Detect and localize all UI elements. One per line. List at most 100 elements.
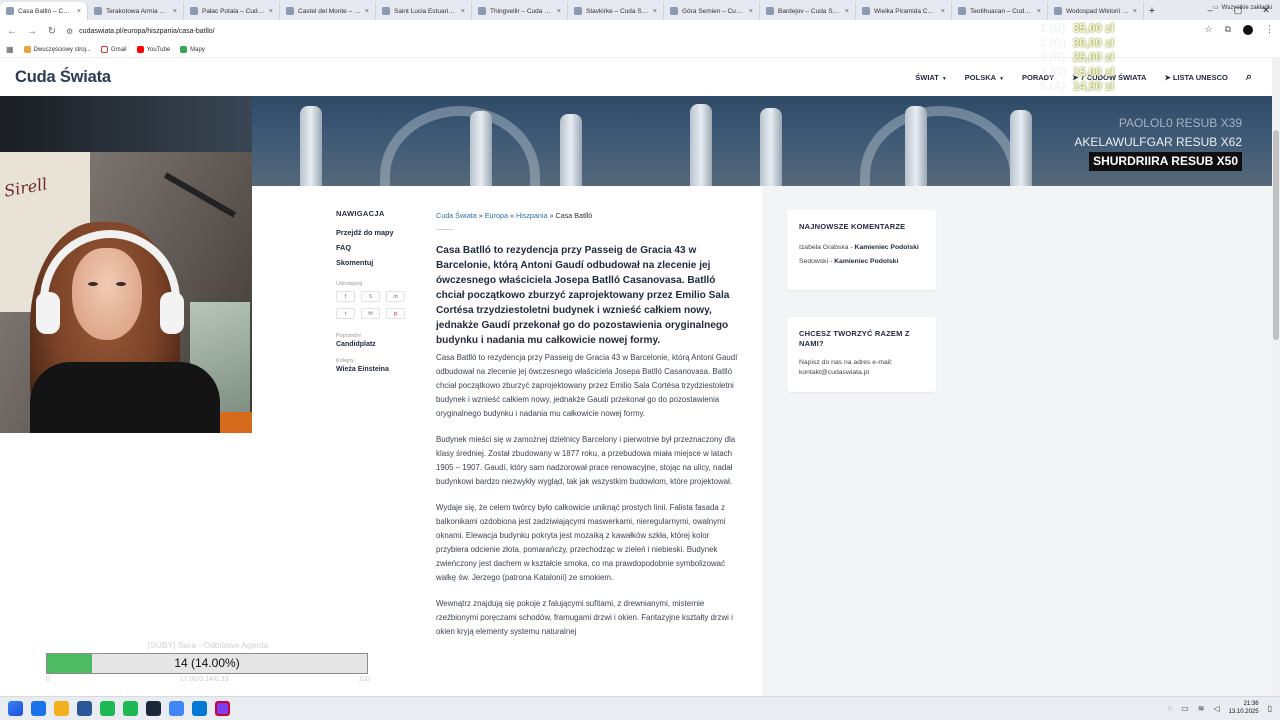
nav-item[interactable]: ➤ LISTA UNESCO [1164, 73, 1227, 82]
tab-label: Saint Lucia Estuarium [394, 7, 457, 15]
search-icon[interactable]: ⌕ [1246, 71, 1252, 84]
bookmark-star-icon[interactable]: ☆ [1204, 24, 1212, 35]
browser-tab[interactable]: Teotihuacan – Cuda Ś × [952, 2, 1048, 20]
map-link[interactable]: Przejdź do mapy [336, 228, 426, 237]
browser-menu-icon[interactable]: ⋮ [1265, 24, 1274, 35]
tab-close-icon[interactable]: × [941, 8, 945, 15]
prev-link[interactable]: Candidplatz [336, 341, 426, 348]
bookmark-item[interactable]: Mapy [180, 46, 205, 53]
donation-amount: 25,00 zł [1073, 52, 1114, 65]
back-icon[interactable]: ← [6, 26, 18, 37]
volume-icon[interactable]: ◁ [1213, 704, 1219, 713]
browser-tab[interactable]: Wodospad Wiktorii – C × [1048, 2, 1144, 20]
tab-favicon-icon [94, 7, 102, 15]
donation-row: 2.(O) 30,00 zł [1040, 37, 1114, 52]
browser-tab[interactable]: Saint Lucia Estuarium × [376, 2, 472, 20]
bookmark-label: Mapy [190, 46, 205, 53]
tab-close-icon[interactable]: × [653, 8, 657, 15]
page-scrollbar[interactable] [1272, 58, 1280, 696]
nav-item[interactable]: ŚWIAT ▼ [915, 73, 947, 82]
webcam-overlay: Sirell [0, 152, 252, 433]
tab-close-icon[interactable]: × [173, 8, 177, 15]
scrollbar-thumb[interactable] [1273, 130, 1279, 340]
tab-close-icon[interactable]: × [749, 8, 753, 15]
reload-icon[interactable]: ↻ [46, 26, 58, 37]
nav-item[interactable]: POLSKA ▼ [965, 73, 1004, 82]
taskbar-app-icon[interactable] [123, 701, 138, 716]
tab-close-icon[interactable]: × [845, 8, 849, 15]
bookmark-item[interactable]: Gmail [100, 46, 127, 53]
taskbar-app-icon[interactable] [146, 701, 161, 716]
tab-close-icon[interactable]: × [1037, 8, 1041, 15]
start-menu-icon[interactable] [8, 701, 23, 716]
facebook-share-icon[interactable]: f [336, 291, 355, 302]
goal-meta: 17.00/0.14/0.33 [179, 676, 229, 683]
browser-tab[interactable]: Stavkirke – Cuda Świat × [568, 2, 664, 20]
forward-icon[interactable]: → [26, 26, 38, 37]
breadcrumb-link[interactable]: Europa [485, 211, 508, 220]
site-info-icon[interactable]: ⚙ [66, 27, 73, 36]
browser-tab[interactable]: Wielka Piramida Cheo × [856, 2, 952, 20]
faq-link[interactable]: FAQ [336, 243, 426, 252]
apps-grid-icon[interactable]: ▦ [6, 45, 14, 54]
tab-close-icon[interactable]: × [1133, 8, 1137, 15]
x-share-icon[interactable]: 𝕏 [361, 291, 380, 302]
taskbar-app-icon[interactable] [100, 701, 115, 716]
linkedin-share-icon[interactable]: in [386, 291, 405, 302]
breadcrumb-current: Casa Batlló [555, 211, 593, 220]
browser-tab[interactable]: Bardejov – Cuda Świat × [760, 2, 856, 20]
comment-post-link[interactable]: Kamieniec Podolski [855, 244, 919, 251]
taskbar-app-icon[interactable] [77, 701, 92, 716]
tab-close-icon[interactable]: × [269, 8, 273, 15]
bookmark-item[interactable]: YouTube [136, 46, 170, 53]
taskbar-app-icon[interactable] [31, 701, 46, 716]
tab-favicon-icon [1054, 7, 1062, 15]
browser-tab[interactable]: Thingvellir – Cuda Świa × [472, 2, 568, 20]
profile-avatar[interactable] [1243, 24, 1253, 35]
prev-label: Poprzedni [336, 333, 361, 339]
notification-icon[interactable]: ▯ [1268, 704, 1272, 713]
donation-amount: 14,50 zł [1073, 81, 1114, 94]
breadcrumb-link[interactable]: Hiszpania [516, 211, 548, 220]
bookmark-icon [180, 46, 188, 53]
battery-icon[interactable]: ▭ [1181, 704, 1189, 713]
network-icon[interactable]: ◌ [1167, 704, 1172, 713]
donation-amount: 35,00 zł [1073, 23, 1114, 35]
article-lead: Casa Batlló to rezydencja przy Passeig d… [436, 245, 730, 346]
breadcrumb-link[interactable]: Cuda Świata [436, 211, 477, 220]
reddit-share-icon[interactable]: r [336, 308, 355, 319]
tab-close-icon[interactable]: × [557, 8, 561, 15]
browser-tab[interactable]: Castel del Monte – Cu × [280, 2, 376, 20]
email-share-icon[interactable]: ✉ [361, 308, 380, 319]
pinterest-share-icon[interactable]: p [386, 308, 405, 319]
site-logo[interactable]: Cuda Świata [15, 68, 111, 87]
comment-link[interactable]: Skomentuj [336, 258, 426, 267]
tab-close-icon[interactable]: × [77, 8, 81, 15]
next-link[interactable]: Wieża Einsteina [336, 366, 426, 373]
browser-tab[interactable]: Pałac Potala – Cuda Ś × [184, 2, 280, 20]
taskbar-app-icon[interactable] [192, 701, 207, 716]
navigation-heading: NAWIGACJA [336, 209, 385, 218]
clock[interactable]: 21:36 13.10.2025 [1229, 700, 1259, 716]
url-field[interactable]: ⚙ cudaswiata.pl/europa/hiszpania/casa-ba… [66, 27, 215, 36]
browser-tab[interactable]: Terakotowa Armia – Cuda × [88, 2, 184, 20]
bookmark-item[interactable]: Dwuczęściowy stroj... [23, 46, 91, 53]
extensions-icon[interactable]: ⧉ [1225, 24, 1231, 35]
taskbar-app-icon[interactable] [169, 701, 184, 716]
all-bookmarks[interactable]: ▭ Wszystkie zakładki [1213, 4, 1272, 12]
donation-rank: 3.(R) [1040, 52, 1066, 65]
bookmark-icon [23, 46, 31, 53]
tab-close-icon[interactable]: × [461, 8, 465, 15]
bookmark-icon [100, 46, 108, 53]
next-label: Kolejny [336, 358, 355, 364]
tab-close-icon[interactable]: × [365, 8, 369, 15]
new-tab-icon[interactable]: + [1144, 2, 1160, 20]
taskbar-app-icon[interactable] [215, 701, 230, 716]
taskbar-app-icon[interactable] [54, 701, 69, 716]
browser-tab[interactable]: Góra Semien – Cuda Ś × [664, 2, 760, 20]
browser-tab[interactable]: Casa Batlló – Cuda Świata × [0, 2, 88, 20]
wifi-icon[interactable]: ≋ [1198, 704, 1205, 713]
comment-post-link[interactable]: Kamieniec Podolski [834, 258, 898, 265]
tab-label: Wielka Piramida Cheo [874, 7, 937, 15]
tab-label: Stavkirke – Cuda Świat [586, 7, 649, 15]
